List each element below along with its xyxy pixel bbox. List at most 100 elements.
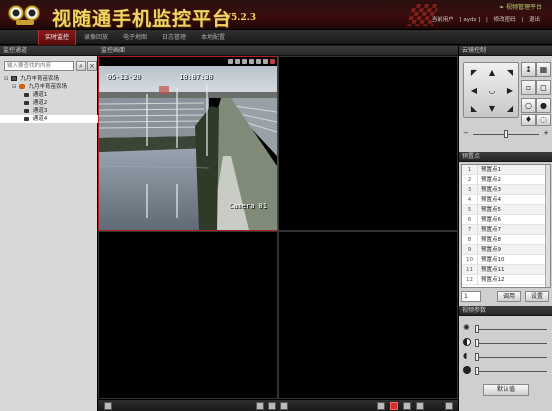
ptz-up-icon[interactable]: ▲ — [485, 66, 499, 80]
video-pane-1[interactable]: 05-13-20 10:07:30 Camera 01 — [98, 56, 278, 231]
video-pane-4[interactable] — [278, 231, 458, 399]
focus-near-icon[interactable]: ▫ — [521, 80, 536, 95]
preset-scrollbar[interactable] — [545, 165, 550, 287]
preset-name: 预置点11 — [481, 267, 505, 273]
close-icon[interactable] — [270, 59, 275, 64]
record-icon[interactable] — [228, 59, 233, 64]
ptz-icon[interactable] — [242, 59, 247, 64]
ptz-speed-slider[interactable]: − + — [463, 129, 549, 138]
light-icon[interactable]: ♦ — [521, 114, 536, 126]
ptz-left-icon[interactable]: ◀ — [467, 84, 481, 98]
nav-map[interactable]: 电子地图 — [116, 30, 154, 45]
default-values-button[interactable]: 默认值 — [483, 384, 529, 396]
slider-thumb[interactable] — [475, 325, 479, 333]
speed-thumb[interactable] — [504, 130, 508, 138]
logo-stand — [16, 20, 34, 25]
slider-track — [477, 371, 547, 372]
ptz-pad: ◤ ▲ ◥ ◀ ◡ ▶ ◣ ▼ ◢ — [463, 62, 519, 118]
hue-slider[interactable] — [463, 366, 549, 376]
ptz-up-left-icon[interactable]: ◤ — [467, 66, 481, 80]
ptz-down-left-icon[interactable]: ◣ — [467, 102, 481, 116]
collapse-icon[interactable]: ⊟ — [4, 75, 9, 83]
iris-close-icon[interactable]: ● — [536, 98, 551, 113]
tree-channel-1[interactable]: 通道1 — [0, 91, 98, 99]
tree-channel-3[interactable]: 通道3 — [0, 107, 98, 115]
close-all-icon[interactable] — [445, 402, 453, 410]
video-pane-2[interactable] — [278, 56, 458, 231]
preset-row[interactable]: 5 预置点5 — [462, 205, 550, 215]
preset-title: 预置点 — [459, 152, 552, 162]
tree-root[interactable]: ⊟ 九月丰育苗农场 — [0, 75, 98, 83]
audio-icon[interactable] — [249, 59, 254, 64]
divider: | — [521, 17, 524, 23]
preset-row[interactable]: 1 预置点1 — [462, 165, 550, 175]
contrast-slider[interactable] — [463, 338, 549, 348]
tree-root-label: 九月丰育苗农场 — [20, 76, 60, 82]
clear-icon[interactable]: × — [87, 61, 97, 71]
preset-row[interactable]: 8 预置点8 — [462, 235, 550, 245]
zoom-out-icon[interactable]: ▦ — [536, 62, 551, 77]
ptz-down-icon[interactable]: ▼ — [485, 102, 499, 116]
preset-row[interactable]: 11 预置点11 — [462, 265, 550, 275]
preset-row[interactable]: 12 预置点12 — [462, 275, 550, 285]
change-password-link[interactable]: 修改密码 — [494, 17, 516, 23]
preset-row[interactable]: 2 预置点2 — [462, 175, 550, 185]
preset-row[interactable]: 9 预置点9 — [462, 245, 550, 255]
help-link[interactable]: ❧ 视频管理平台 — [430, 2, 542, 11]
preset-row[interactable]: 4 预置点4 — [462, 195, 550, 205]
tree-channel-4[interactable]: 通道4 — [0, 115, 98, 123]
divider: | — [486, 17, 488, 23]
wiper-icon[interactable]: ◌ — [536, 114, 551, 126]
zoom-icon[interactable] — [256, 59, 261, 64]
record-all-icon[interactable] — [268, 402, 276, 410]
channel-label: 通道3 — [32, 108, 48, 114]
nav-playback[interactable]: 录像回放 — [77, 30, 115, 45]
slider-thumb[interactable] — [475, 339, 479, 347]
layout-4-icon[interactable] — [390, 402, 398, 410]
preset-number-input[interactable]: 1 — [461, 291, 481, 302]
video-pane-3[interactable] — [98, 231, 278, 399]
zoom-in-icon[interactable]: ↨ — [521, 62, 536, 77]
ptz-down-right-icon[interactable]: ◢ — [503, 102, 517, 116]
folder-icon[interactable] — [280, 402, 288, 410]
preset-call-button[interactable]: 调用 — [497, 291, 521, 302]
brightness-slider[interactable]: ✺ — [463, 324, 549, 334]
iris-open-icon[interactable]: ○ — [521, 98, 536, 113]
slider-thumb[interactable] — [475, 353, 479, 361]
snapshot-all-icon[interactable] — [256, 402, 264, 410]
speed-plus-icon[interactable]: + — [543, 129, 549, 137]
nav-logs[interactable]: 日志管理 — [155, 30, 193, 45]
preset-row[interactable]: 7 预置点7 — [462, 225, 550, 235]
control-panel: 云镜控制 ◤ ▲ ◥ ◀ ◡ ▶ ◣ ▼ ◢ ↨ ▦ ▫ ◻ ○ ● ♦ ◌ −… — [458, 46, 552, 411]
osd-date: 05-13-20 — [107, 73, 141, 81]
layout-9-icon[interactable] — [403, 402, 411, 410]
nav-local-config[interactable]: 本地配置 — [194, 30, 232, 45]
preset-number: 1 — [462, 165, 478, 174]
ptz-right-icon[interactable]: ▶ — [503, 84, 517, 98]
layout-more-icon[interactable] — [416, 402, 424, 410]
snapshot-icon[interactable] — [235, 59, 240, 64]
layout-1-icon[interactable] — [377, 402, 385, 410]
user-row: 当前用户 [ ayds ] | 修改密码 | 退出 — [430, 15, 542, 23]
preset-row[interactable]: 6 预置点6 — [462, 215, 550, 225]
nav-realtime[interactable]: 实时监控 — [38, 30, 76, 45]
preset-set-button[interactable]: 设置 — [525, 291, 549, 302]
tree-org[interactable]: ⊟ 九月丰育苗农场 — [0, 83, 98, 91]
ptz-auto-icon[interactable]: ◡ — [485, 84, 499, 98]
ptz-up-right-icon[interactable]: ◥ — [503, 66, 517, 80]
fullscreen-icon[interactable] — [104, 402, 112, 410]
collapse-icon[interactable]: ⊟ — [12, 83, 17, 91]
slider-thumb[interactable] — [475, 367, 479, 375]
channel-search-input[interactable] — [4, 61, 74, 71]
preset-row[interactable]: 10 预置点10 — [462, 255, 550, 265]
speed-minus-icon[interactable]: − — [463, 129, 469, 137]
logout-link[interactable]: 退出 — [529, 17, 540, 23]
preset-row[interactable]: 3 预置点3 — [462, 185, 550, 195]
stream-icon[interactable] — [263, 59, 268, 64]
preset-name: 预置点8 — [481, 237, 501, 243]
focus-far-icon[interactable]: ◻ — [536, 80, 551, 95]
channel-panel-title: 监控通道 — [0, 46, 98, 56]
saturation-slider[interactable]: ◖ — [463, 352, 549, 362]
tree-channel-2[interactable]: 通道2 — [0, 99, 98, 107]
search-icon[interactable]: ⌕ — [76, 61, 86, 71]
